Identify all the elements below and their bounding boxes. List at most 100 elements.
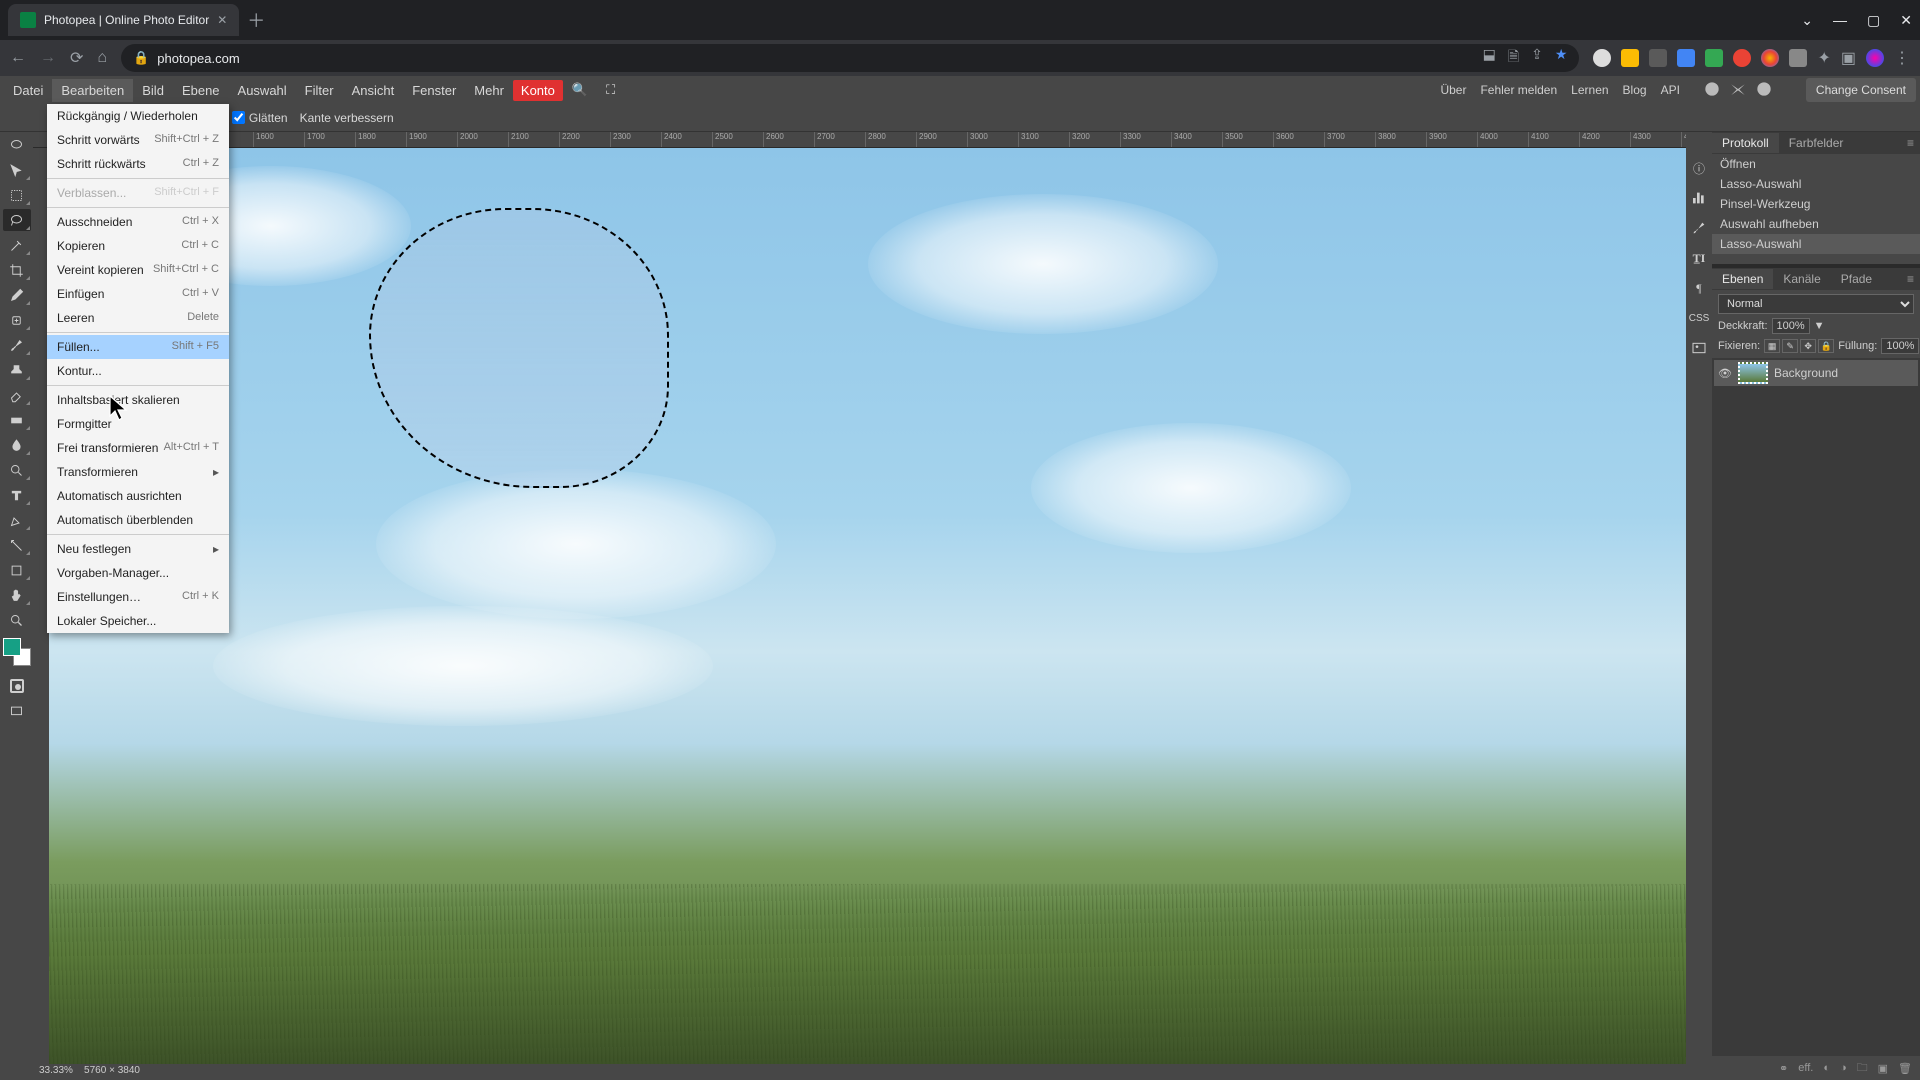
lock-pixels-icon[interactable]: ✎ — [1782, 339, 1798, 353]
smooth-checkbox[interactable]: Glätten — [232, 111, 288, 125]
screenmode-icon[interactable] — [3, 700, 31, 722]
chevron-down-icon[interactable]: ▼ — [1814, 320, 1825, 332]
maximize-icon[interactable]: ▢ — [1867, 12, 1880, 29]
ext-icon[interactable] — [1789, 49, 1807, 67]
menu-account[interactable]: Konto — [513, 80, 563, 101]
tab-layers[interactable]: Ebenen — [1712, 269, 1773, 289]
pen-tool-icon[interactable] — [3, 509, 31, 531]
move-tool-icon[interactable] — [3, 159, 31, 181]
menu-file[interactable]: Datei — [4, 79, 52, 102]
ext-icon[interactable] — [1593, 49, 1611, 67]
home-icon[interactable]: ⌂ — [97, 49, 107, 67]
url-bar[interactable]: 🔒 photopea.com ⬓ 🗎 ⇪ ★ — [121, 44, 1579, 72]
menu-item[interactable]: Inhaltsbasiert skalieren — [47, 388, 229, 412]
menu-more[interactable]: Mehr — [465, 79, 513, 102]
menu-item[interactable]: Neu festlegen▸ — [47, 537, 229, 561]
ext-icon[interactable] — [1761, 49, 1779, 67]
sidepanel-icon[interactable]: ▣ — [1841, 48, 1856, 68]
consent-button[interactable]: Change Consent — [1806, 78, 1916, 102]
fill-value[interactable]: 100% — [1881, 338, 1919, 354]
history-item[interactable]: Lasso-Auswahl — [1712, 174, 1920, 194]
menu-item[interactable]: KopierenCtrl + C — [47, 234, 229, 258]
minimize-icon[interactable]: — — [1833, 12, 1847, 29]
shape-tool-icon[interactable] — [3, 559, 31, 581]
install-icon[interactable]: ⬓ — [1483, 46, 1496, 70]
brush-tool-icon[interactable] — [3, 334, 31, 356]
layer-thumbnail[interactable] — [1738, 362, 1768, 384]
lasso-naked-icon[interactable] — [3, 134, 31, 156]
back-icon[interactable]: ← — [10, 49, 26, 67]
facebook-icon[interactable] — [1756, 81, 1772, 100]
forward-icon[interactable]: → — [40, 49, 56, 67]
heal-tool-icon[interactable] — [3, 309, 31, 331]
mask-icon[interactable]: ◐ — [1823, 1062, 1830, 1074]
stamp-tool-icon[interactable] — [3, 359, 31, 381]
menu-layer[interactable]: Ebene — [173, 79, 229, 102]
opacity-value[interactable]: 100% — [1772, 318, 1810, 334]
canvas-area[interactable]: 1200130014001500160017001800190020002100… — [33, 132, 1686, 1080]
menu-item[interactable]: Schritt vorwärtsShift+Ctrl + Z — [47, 128, 229, 152]
blend-mode-select[interactable]: Normal — [1718, 294, 1914, 314]
menu-edit[interactable]: Bearbeiten — [52, 79, 133, 102]
close-icon[interactable]: ✕ — [217, 13, 227, 27]
close-window-icon[interactable]: ✕ — [1900, 12, 1912, 29]
menu-item[interactable]: Lokaler Speicher... — [47, 609, 229, 633]
history-item[interactable]: Lasso-Auswahl — [1712, 234, 1920, 254]
menu-item[interactable]: EinfügenCtrl + V — [47, 282, 229, 306]
tab-history[interactable]: Protokoll — [1712, 133, 1779, 153]
brush-panel-icon[interactable] — [1690, 219, 1708, 237]
lock-transparency-icon[interactable]: ▦ — [1764, 339, 1780, 353]
menu-item[interactable]: Schritt rückwärtsCtrl + Z — [47, 152, 229, 176]
hand-tool-icon[interactable] — [3, 584, 31, 606]
histogram-panel-icon[interactable] — [1690, 189, 1708, 207]
history-item[interactable]: Auswahl aufheben — [1712, 214, 1920, 234]
reddit-icon[interactable] — [1704, 81, 1720, 100]
blur-tool-icon[interactable] — [3, 434, 31, 456]
menu-window[interactable]: Fenster — [403, 79, 465, 102]
share-icon[interactable]: ⇪ — [1531, 46, 1543, 70]
menu-item[interactable]: Einstellungen…Ctrl + K — [47, 585, 229, 609]
tab-channels[interactable]: Kanäle — [1773, 269, 1830, 289]
eyedrop-tool-icon[interactable] — [3, 284, 31, 306]
menu-item[interactable]: Füllen...Shift + F5 — [47, 335, 229, 359]
ext-icon[interactable] — [1649, 49, 1667, 67]
avatar-icon[interactable] — [1866, 49, 1884, 67]
ext-icon[interactable] — [1733, 49, 1751, 67]
ext-icon[interactable] — [1621, 49, 1639, 67]
history-item[interactable]: Pinsel-Werkzeug — [1712, 194, 1920, 214]
menu-view[interactable]: Ansicht — [343, 79, 404, 102]
dodge-tool-icon[interactable] — [3, 459, 31, 481]
panel-menu-icon[interactable]: ≡ — [1901, 136, 1920, 150]
paragraph-panel-icon[interactable]: ¶ — [1690, 279, 1708, 297]
panel-menu-icon[interactable]: ≡ — [1901, 272, 1920, 286]
menu-item[interactable]: Rückgängig / Wiederholen — [47, 104, 229, 128]
new-layer-icon[interactable]: ▣ — [1878, 1062, 1888, 1075]
link-about[interactable]: Über — [1440, 83, 1466, 97]
lock-position-icon[interactable]: ✥ — [1800, 339, 1816, 353]
twitter-icon[interactable] — [1730, 81, 1746, 100]
kebab-icon[interactable]: ⋮ — [1894, 48, 1910, 68]
link-report[interactable]: Fehler melden — [1480, 83, 1557, 97]
fullscreen-icon[interactable]: ⛶ — [597, 78, 624, 102]
foreground-color[interactable] — [3, 638, 21, 656]
eraser-tool-icon[interactable] — [3, 384, 31, 406]
css-panel-icon[interactable]: CSS — [1690, 309, 1708, 327]
smooth-input[interactable] — [232, 111, 245, 124]
menu-item[interactable]: Vereint kopierenShift+Ctrl + C — [47, 258, 229, 282]
chevron-down-icon[interactable]: ⌄ — [1801, 12, 1813, 29]
character-panel-icon[interactable]: T̲I — [1690, 249, 1708, 267]
ext-icon[interactable] — [1677, 49, 1695, 67]
tab-swatches[interactable]: Farbfelder — [1779, 133, 1854, 153]
menu-item[interactable]: Vorgaben-Manager... — [47, 561, 229, 585]
lasso-tool-icon[interactable] — [3, 209, 31, 231]
menu-item[interactable]: Frei transformierenAlt+Ctrl + T — [47, 436, 229, 460]
reload-icon[interactable]: ⟳ — [70, 48, 83, 68]
navigator-panel-icon[interactable] — [1690, 339, 1708, 357]
reader-icon[interactable]: 🗎 — [1508, 46, 1519, 70]
fx-icon[interactable]: eff. — [1798, 1062, 1813, 1074]
wand-tool-icon[interactable] — [3, 234, 31, 256]
layer-name[interactable]: Background — [1774, 366, 1838, 380]
menu-item[interactable]: Formgitter — [47, 412, 229, 436]
menu-item[interactable]: LeerenDelete — [47, 306, 229, 330]
link-layers-icon[interactable]: ⚭ — [1779, 1062, 1788, 1075]
